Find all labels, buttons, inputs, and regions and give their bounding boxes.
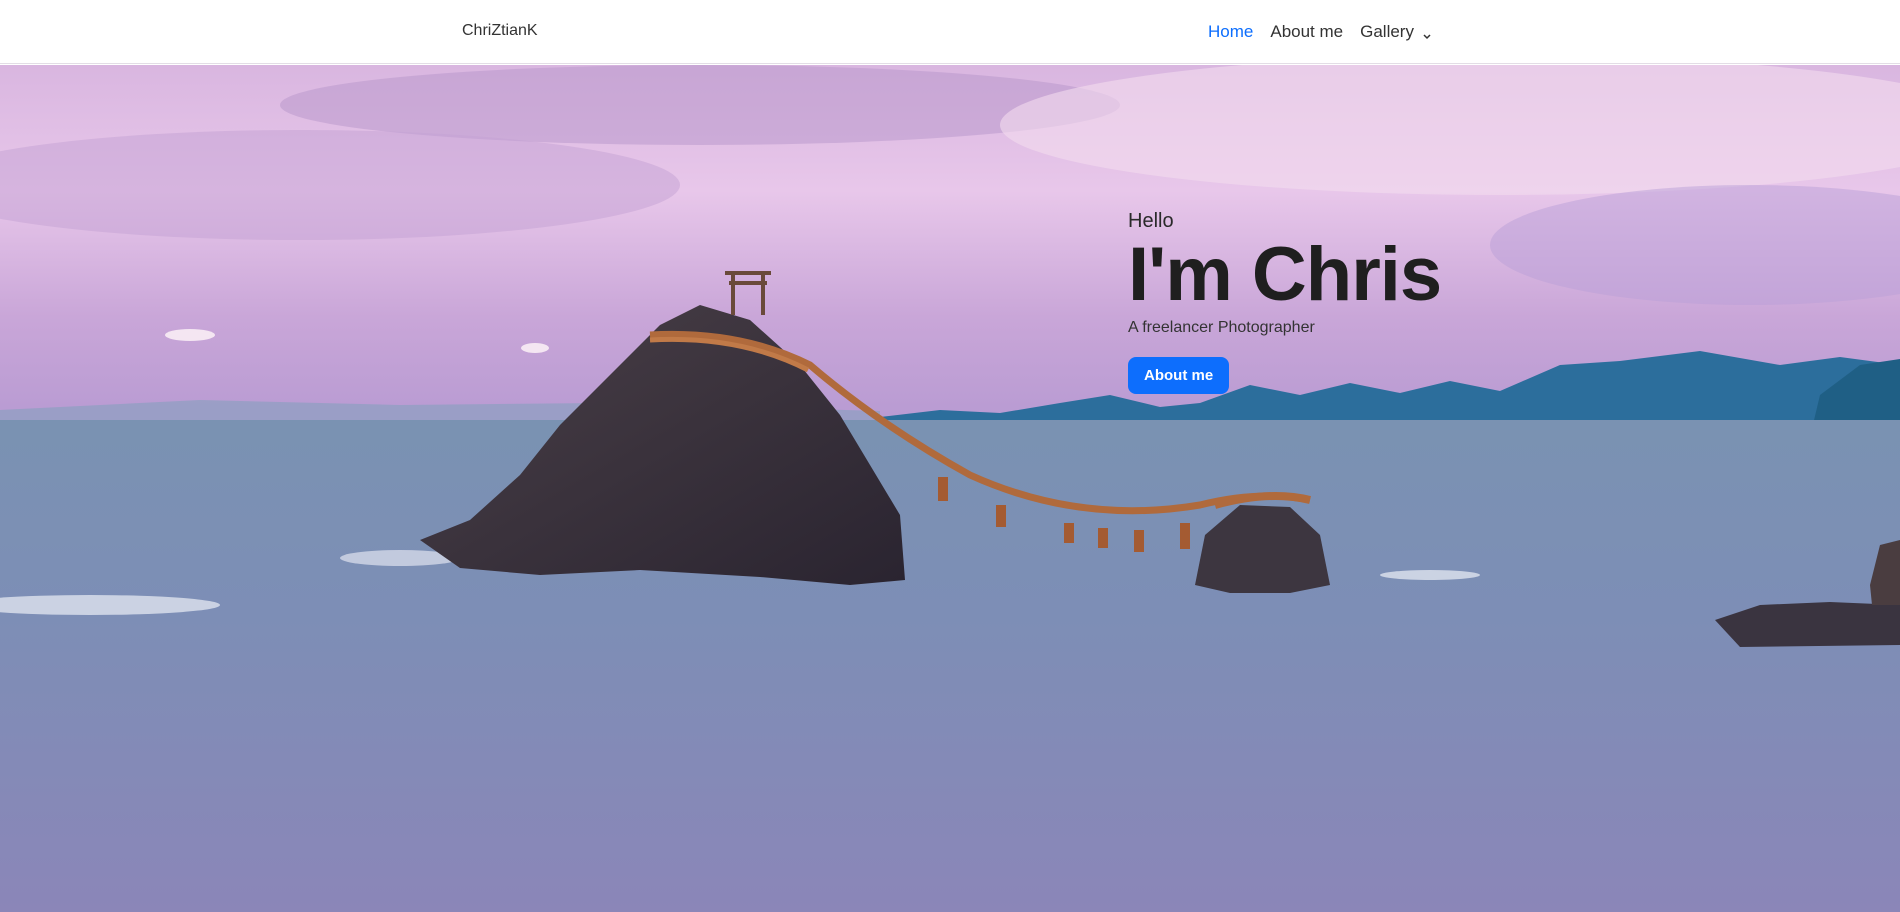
top-navbar: ChriZtianK Home About me Gallery xyxy=(0,0,1900,64)
chevron-down-icon xyxy=(1422,26,1432,40)
nav-links: Home About me Gallery xyxy=(1208,22,1449,42)
nav-gallery-dropdown[interactable]: Gallery xyxy=(1360,22,1432,42)
nav-home-link[interactable]: Home xyxy=(1208,22,1253,42)
hero-section: Hello I'm Chris A freelancer Photographe… xyxy=(0,65,1900,912)
hero-background-image xyxy=(0,65,1900,912)
about-me-button[interactable]: About me xyxy=(1128,357,1230,394)
hero-headline: I'm Chris xyxy=(1128,232,1442,317)
nav-about-link[interactable]: About me xyxy=(1270,22,1343,42)
hero-greeting: Hello xyxy=(1128,210,1174,232)
brand-logo[interactable]: ChriZtianK xyxy=(462,22,538,40)
hero-tagline: A freelancer Photographer xyxy=(1128,319,1315,336)
nav-gallery-label: Gallery xyxy=(1360,22,1414,41)
hero-text: Hello I'm Chris A freelancer Photographe… xyxy=(1128,210,1442,394)
